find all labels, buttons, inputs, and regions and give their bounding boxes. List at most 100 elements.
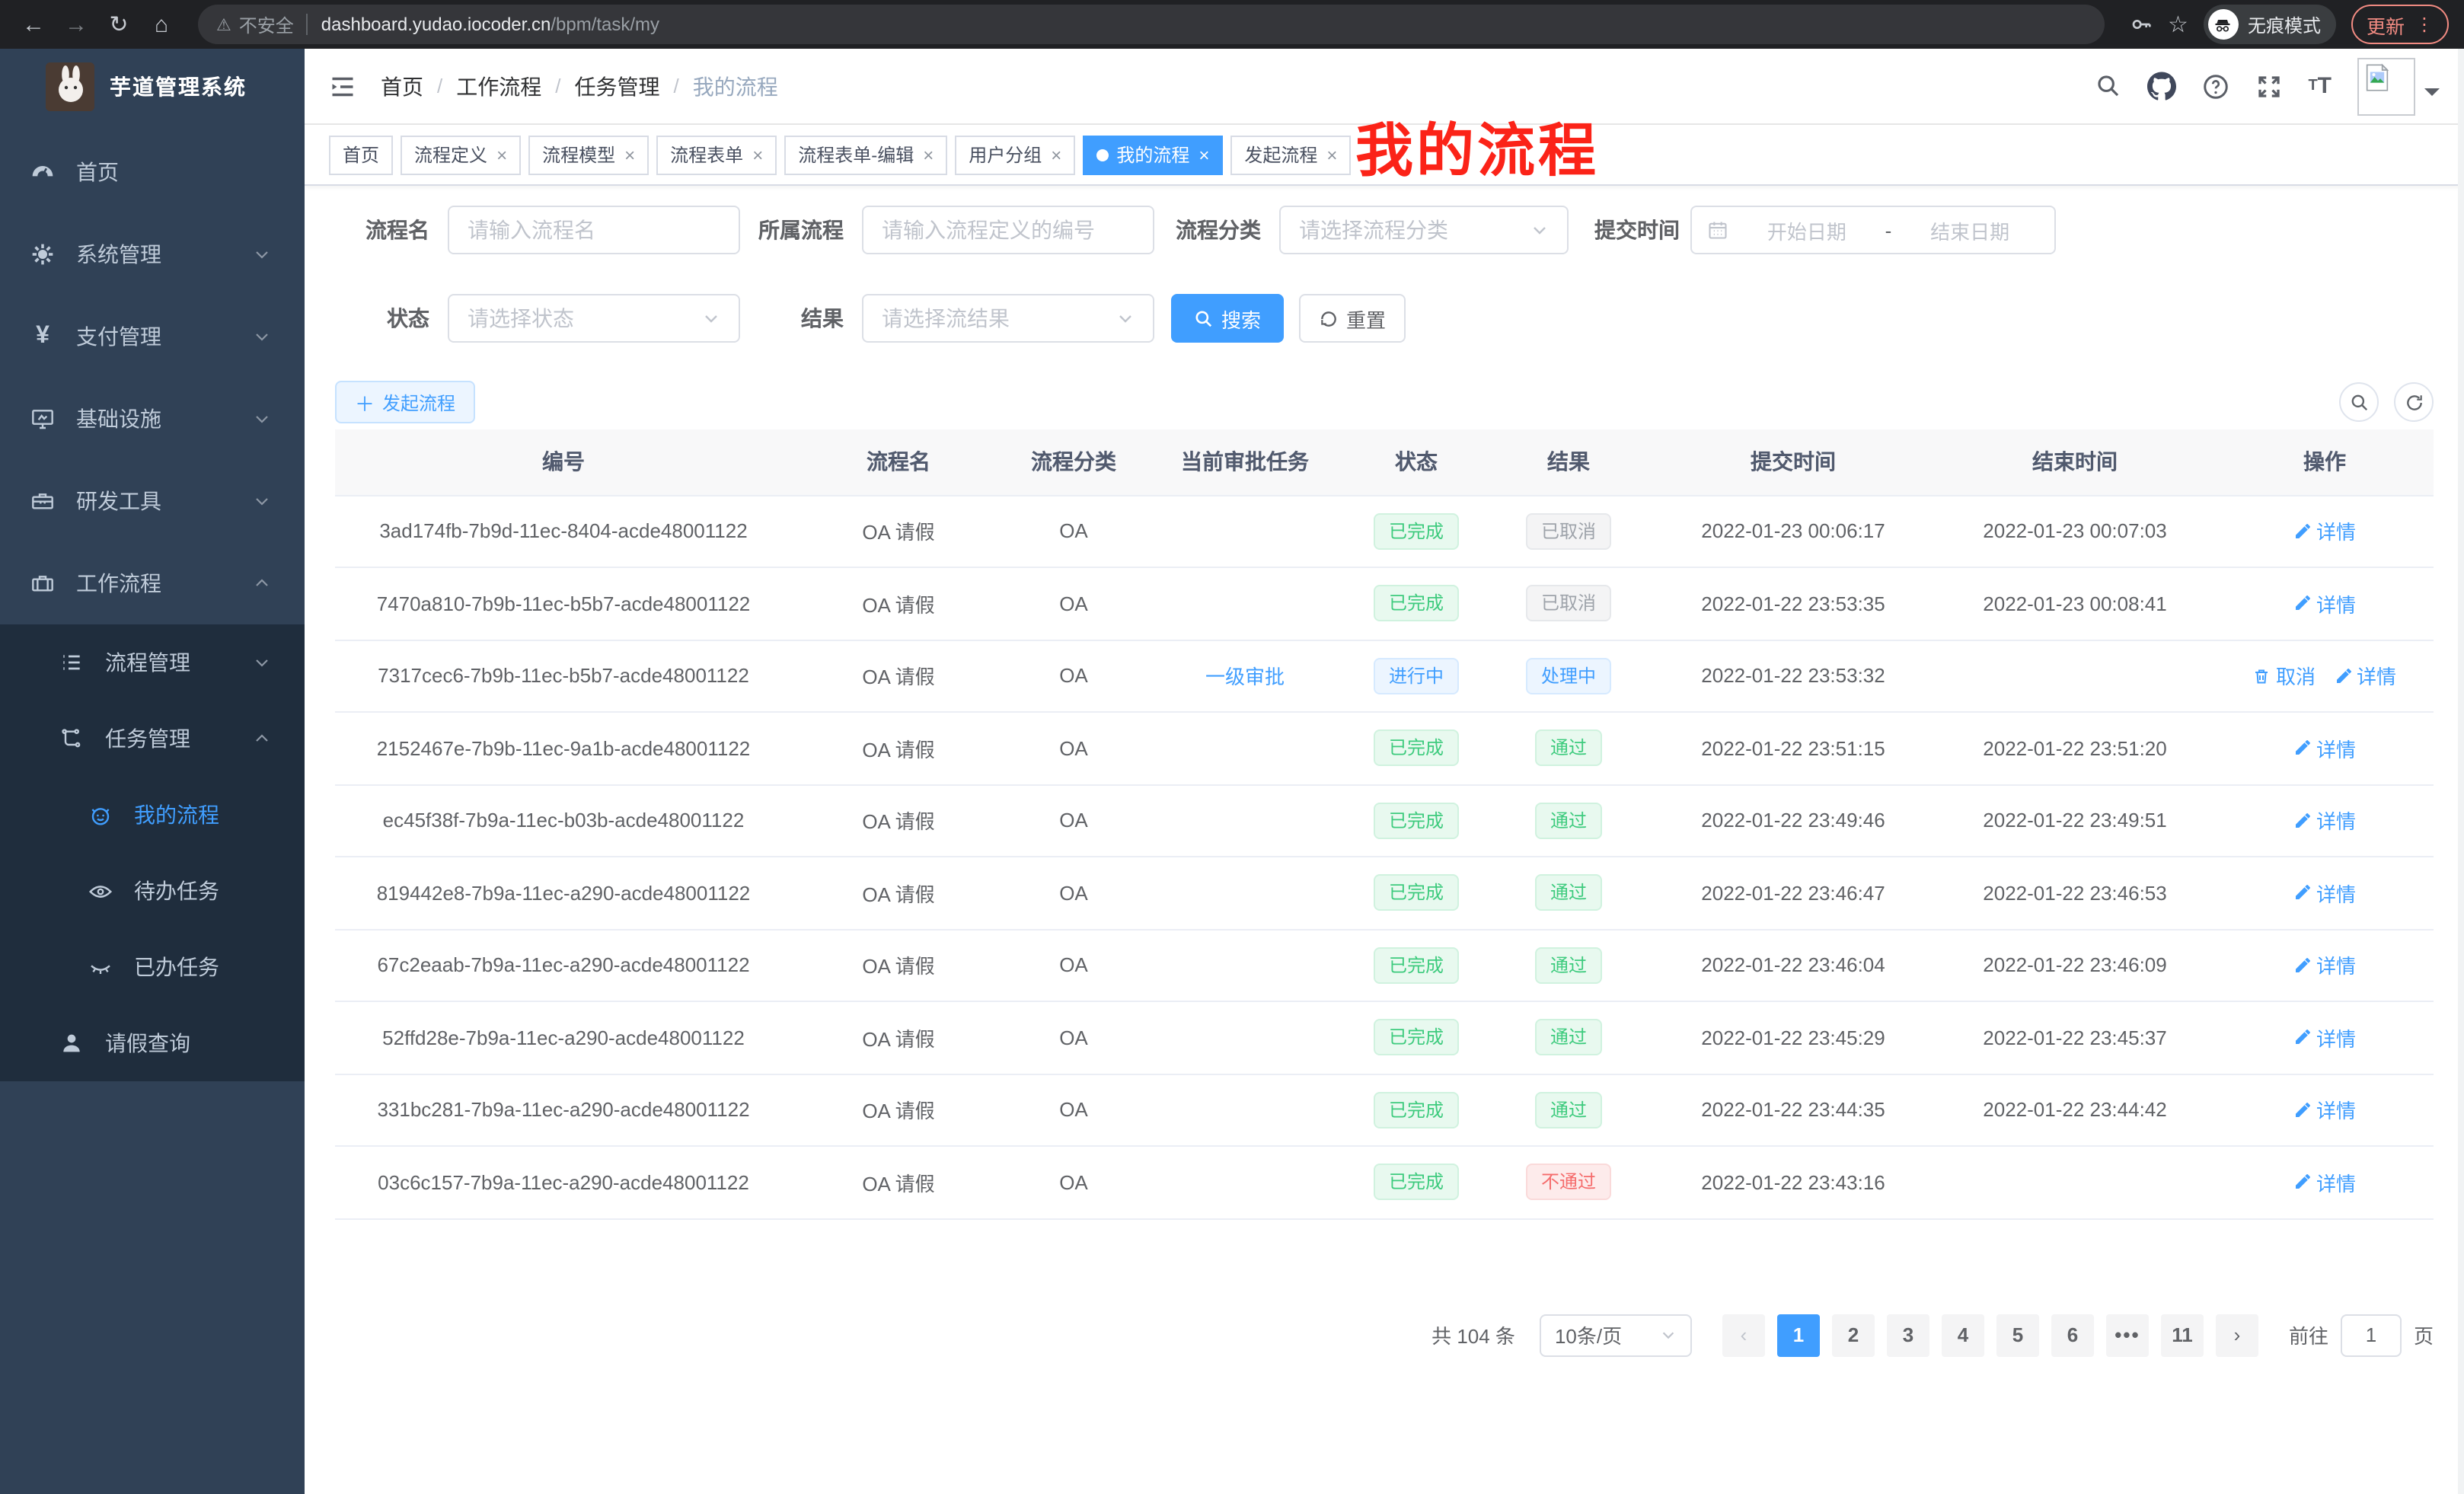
- font-size-icon[interactable]: TT: [2308, 73, 2332, 99]
- page-button-11[interactable]: 11: [2161, 1314, 2204, 1356]
- close-icon[interactable]: ×: [1051, 144, 1061, 165]
- github-icon[interactable]: [2146, 72, 2175, 101]
- detail-link[interactable]: 详情: [2293, 734, 2356, 763]
- sidebar-item-已办任务[interactable]: 已办任务: [0, 929, 305, 1005]
- detail-link[interactable]: 详情: [2293, 1023, 2356, 1052]
- process-name-input[interactable]: 请输入流程名: [448, 206, 740, 254]
- next-page-button[interactable]: ›: [2216, 1314, 2258, 1356]
- tab-用户分组[interactable]: 用户分组×: [955, 135, 1075, 174]
- password-key-icon[interactable]: [2128, 12, 2153, 37]
- page-button-3[interactable]: 3: [1887, 1314, 1929, 1356]
- browser-menu-icon[interactable]: ⋮: [2415, 14, 2434, 35]
- cell-current-task: [1142, 1074, 1348, 1146]
- detail-link[interactable]: 详情: [2334, 662, 2396, 691]
- app-logo-row[interactable]: 芋道管理系统: [0, 49, 305, 125]
- browser-update-button[interactable]: 更新 ⋮: [2351, 5, 2449, 44]
- cell-current-task: [1142, 784, 1348, 857]
- sidebar-item-流程管理[interactable]: 流程管理: [0, 624, 305, 701]
- close-icon[interactable]: ×: [496, 144, 507, 165]
- tab-流程表单-编辑[interactable]: 流程表单-编辑×: [784, 135, 947, 174]
- tab-发起流程[interactable]: 发起流程×: [1230, 135, 1351, 174]
- tab-我的流程[interactable]: 我的流程×: [1083, 135, 1223, 174]
- sidebar-item-系统管理[interactable]: 系统管理: [0, 213, 305, 295]
- submit-time-range[interactable]: 开始日期 - 结束日期: [1690, 206, 2056, 254]
- close-icon[interactable]: ×: [752, 144, 763, 165]
- flow-icon: [59, 726, 84, 751]
- status-select[interactable]: 请选择状态: [448, 294, 740, 343]
- category-select[interactable]: 请选择流程分类: [1279, 206, 1569, 254]
- cell-id: 03c6c157-7b9a-11ec-a290-acde48001122: [335, 1146, 792, 1218]
- collapse-menu-icon[interactable]: [329, 72, 356, 100]
- close-icon[interactable]: ×: [1198, 144, 1209, 165]
- column-header-状态: 状态: [1348, 429, 1485, 495]
- breadcrumb-item[interactable]: 首页: [381, 71, 423, 101]
- detail-link[interactable]: 详情: [2293, 517, 2356, 546]
- page-button-1[interactable]: 1: [1777, 1314, 1820, 1356]
- close-icon[interactable]: ×: [1326, 144, 1337, 165]
- sidebar-item-任务管理[interactable]: 任务管理: [0, 701, 305, 777]
- help-icon[interactable]: [2201, 72, 2229, 100]
- start-date-input[interactable]: 开始日期: [1738, 215, 1876, 244]
- cell-status: 已完成: [1348, 712, 1485, 784]
- search-button[interactable]: 搜索: [1171, 294, 1284, 343]
- current-task-link[interactable]: 一级审批: [1205, 662, 1285, 691]
- goto-page-input[interactable]: [2341, 1314, 2402, 1356]
- bookmark-star-icon[interactable]: ☆: [2168, 11, 2188, 38]
- page-button-4[interactable]: 4: [1942, 1314, 1984, 1356]
- page-button-2[interactable]: 2: [1832, 1314, 1875, 1356]
- sidebar-item-支付管理[interactable]: ¥支付管理: [0, 295, 305, 378]
- table-row: 819442e8-7b9a-11ec-a290-acde48001122OA 请…: [335, 857, 2434, 929]
- browser-home-icon[interactable]: ⌂: [143, 6, 180, 43]
- browser-back-icon[interactable]: ←: [15, 6, 52, 43]
- breadcrumb-item[interactable]: 工作流程: [456, 71, 541, 101]
- parent-process-input[interactable]: 请输入流程定义的编号: [862, 206, 1154, 254]
- sidebar-item-首页[interactable]: 首页: [0, 131, 305, 213]
- sidebar-item-研发工具[interactable]: 研发工具: [0, 460, 305, 542]
- cell-category: OA: [1005, 1001, 1142, 1074]
- user-avatar-wrap[interactable]: [2357, 57, 2440, 115]
- browser-forward-icon[interactable]: →: [58, 6, 94, 43]
- close-icon[interactable]: ×: [624, 144, 635, 165]
- browser-reload-icon[interactable]: ↻: [101, 6, 137, 43]
- detail-link[interactable]: 详情: [2293, 589, 2356, 618]
- reset-button[interactable]: 重置: [1299, 294, 1406, 343]
- detail-link[interactable]: 详情: [2293, 1096, 2356, 1125]
- status-badge: 已完成: [1374, 513, 1459, 550]
- cancel-link[interactable]: 取消: [2253, 662, 2316, 691]
- end-date-input[interactable]: 结束日期: [1901, 215, 2039, 244]
- prev-page-button[interactable]: ‹: [1722, 1314, 1765, 1356]
- page-size-select[interactable]: 10条/页: [1540, 1314, 1692, 1356]
- fullscreen-icon[interactable]: [2255, 72, 2282, 100]
- breadcrumb-item[interactable]: 任务管理: [575, 71, 660, 101]
- cell-submit-time: 2022-01-23 00:06:17: [1652, 495, 1934, 567]
- close-icon[interactable]: ×: [923, 144, 934, 165]
- create-process-button[interactable]: ＋ 发起流程: [335, 381, 475, 423]
- result-select[interactable]: 请选择流结果: [862, 294, 1154, 343]
- tab-流程模型[interactable]: 流程模型×: [528, 135, 649, 174]
- sidebar-item-待办任务[interactable]: 待办任务: [0, 853, 305, 929]
- sidebar-item-请假查询[interactable]: 请假查询: [0, 1005, 305, 1081]
- tab-流程表单[interactable]: 流程表单×: [656, 135, 777, 174]
- tab-首页[interactable]: 首页: [329, 135, 393, 174]
- page-button-5[interactable]: 5: [1996, 1314, 2039, 1356]
- refresh-button[interactable]: [2394, 382, 2434, 422]
- toggle-search-button[interactable]: [2339, 382, 2379, 422]
- sidebar-item-工作流程[interactable]: 工作流程: [0, 542, 305, 624]
- page-scrollbar[interactable]: [2458, 49, 2464, 1494]
- tab-流程定义[interactable]: 流程定义×: [401, 135, 521, 174]
- search-button-label: 搜索: [1221, 304, 1261, 333]
- cell-name: OA 请假: [792, 640, 1005, 712]
- search-icon[interactable]: [2095, 73, 2121, 99]
- incognito-badge: 无痕模式: [2204, 5, 2336, 44]
- more-pages-button[interactable]: •••: [2106, 1314, 2149, 1356]
- address-bar[interactable]: ⚠ 不安全 dashboard.yudao.iocoder.cn /bpm/ta…: [198, 5, 2104, 44]
- detail-link[interactable]: 详情: [2293, 951, 2356, 980]
- detail-link[interactable]: 详情: [2293, 1168, 2356, 1197]
- sidebar-item-基础设施[interactable]: 基础设施: [0, 378, 305, 460]
- cell-category: OA: [1005, 784, 1142, 857]
- detail-link[interactable]: 详情: [2293, 806, 2356, 835]
- sidebar-item-我的流程[interactable]: 我的流程: [0, 777, 305, 853]
- detail-link[interactable]: 详情: [2293, 879, 2356, 908]
- page-button-6[interactable]: 6: [2051, 1314, 2094, 1356]
- cell-end-time: [1934, 640, 2216, 712]
